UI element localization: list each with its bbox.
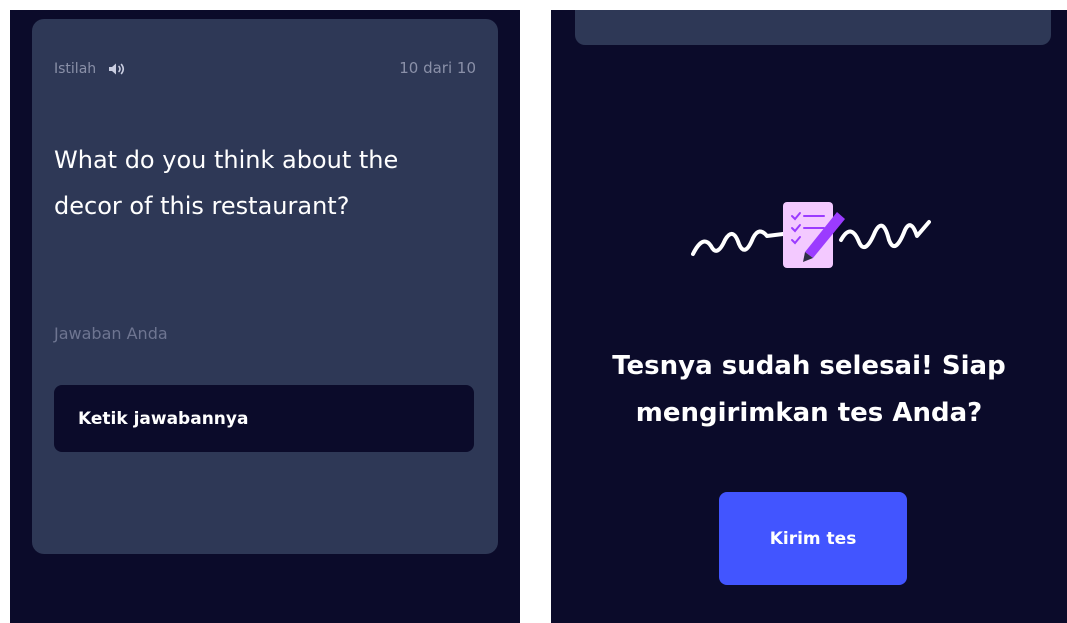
term-label: Istilah: [54, 61, 97, 77]
submit-test-button[interactable]: Kirim tes: [719, 492, 907, 585]
answer-input[interactable]: [54, 385, 474, 452]
speaker-icon[interactable]: [108, 62, 126, 76]
question-counter: 10 dari 10: [399, 59, 476, 77]
test-question-panel: Istilah 10 dari 10 What do you think abo…: [10, 10, 520, 623]
signed-checklist-illustration: [691, 196, 931, 285]
card-meta: Istilah: [54, 61, 126, 77]
answer-label: Jawaban Anda: [54, 324, 168, 343]
test-complete-panel: Tesnya sudah selesai! Siap mengirimkan t…: [551, 10, 1067, 623]
test-complete-title: Tesnya sudah selesai! Siap mengirimkan t…: [612, 351, 1006, 428]
question-text: What do you think about the decor of thi…: [54, 146, 399, 220]
previous-card-edge: [575, 10, 1051, 45]
question-card: Istilah 10 dari 10 What do you think abo…: [32, 19, 498, 554]
screenshot-page: Istilah 10 dari 10 What do you think abo…: [0, 0, 1067, 623]
